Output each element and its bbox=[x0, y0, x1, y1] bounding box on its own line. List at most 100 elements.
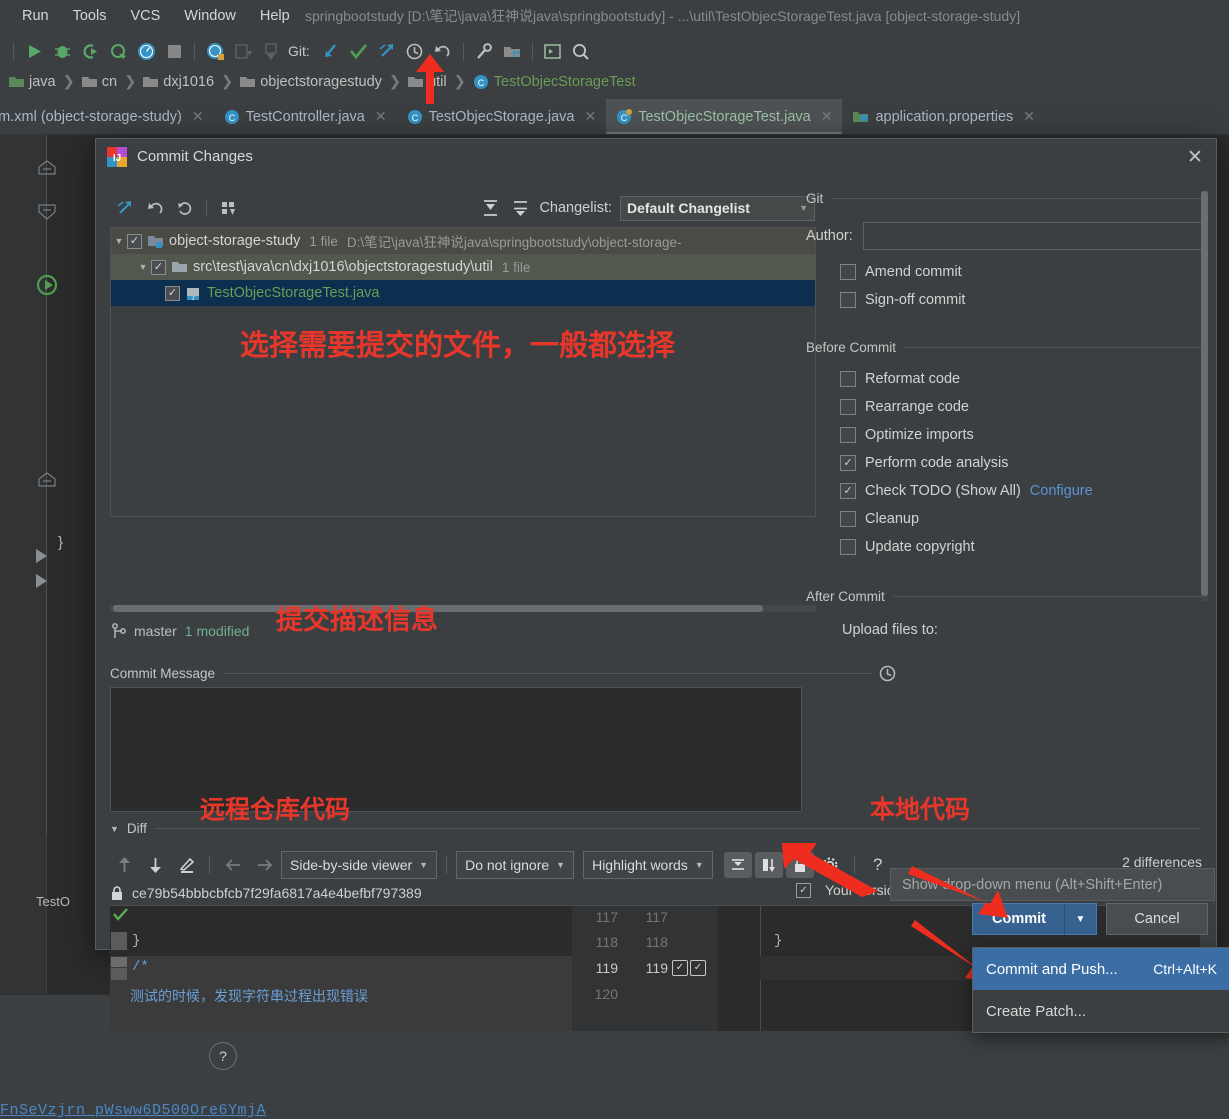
group-by-icon[interactable] bbox=[213, 194, 243, 222]
tree-row-project[interactable]: ▼ ✓ object-storage-study 1 file D:\笔记\ja… bbox=[111, 228, 815, 254]
tree-checkbox-2[interactable]: ✓ bbox=[165, 285, 180, 301]
tab-testcontroller[interactable]: C TestController.java ✕ bbox=[214, 99, 397, 134]
breadcrumb-item-class[interactable]: C TestObjecStorageTest bbox=[470, 74, 639, 90]
edit-source-icon[interactable] bbox=[172, 852, 200, 878]
menu-window[interactable]: Window bbox=[172, 5, 248, 27]
fold-arrow-icon[interactable] bbox=[36, 549, 52, 563]
ignore-mode-select[interactable]: Do not ignore ▼ bbox=[456, 851, 575, 879]
diff-accept-check-icon[interactable] bbox=[113, 908, 129, 921]
next-difference-icon[interactable] bbox=[141, 852, 169, 878]
breadcrumb-item-java[interactable]: java bbox=[6, 74, 59, 90]
tab-close-icon-0[interactable]: ✕ bbox=[192, 108, 204, 125]
previous-difference-icon[interactable] bbox=[110, 852, 138, 878]
dialog-help-button[interactable]: ? bbox=[209, 1042, 237, 1070]
options-scrollbar-track[interactable] bbox=[1201, 191, 1208, 601]
changes-toolbar: Changelist: Default Changelist ▼ bbox=[110, 191, 815, 225]
git-update-icon[interactable] bbox=[318, 38, 344, 64]
check-todo-checkbox[interactable]: ✓ bbox=[840, 483, 856, 499]
diff-collapse-arrow-icon[interactable]: ▼ bbox=[110, 824, 119, 834]
project-structure-icon[interactable] bbox=[499, 38, 525, 64]
option-signoff-commit[interactable]: Sign-off commit bbox=[806, 286, 1206, 314]
diff-accept-checkbox-1[interactable]: ✓ bbox=[672, 960, 688, 976]
menu-help[interactable]: Help bbox=[248, 5, 302, 27]
git-push-icon[interactable] bbox=[374, 38, 400, 64]
tab-close-icon-4[interactable]: ✕ bbox=[1023, 108, 1035, 125]
tree-checkbox-1[interactable]: ✓ bbox=[151, 259, 166, 275]
option-optimize-imports[interactable]: Optimize imports bbox=[806, 421, 1206, 449]
run-icon[interactable] bbox=[21, 38, 47, 64]
accept-right-icon[interactable] bbox=[250, 852, 278, 878]
cancel-button[interactable]: Cancel bbox=[1106, 903, 1208, 935]
settings-wrench-icon[interactable] bbox=[471, 38, 497, 64]
update-project-icon[interactable] bbox=[202, 38, 228, 64]
tree-row-file[interactable]: ✓ J TestObjecStorageTest.java bbox=[111, 280, 815, 306]
terminal-icon[interactable] bbox=[540, 38, 566, 64]
collapse-all-icon[interactable] bbox=[505, 194, 535, 222]
option-reformat-code[interactable]: Reformat code bbox=[806, 365, 1206, 393]
tab-close-icon-2[interactable]: ✕ bbox=[584, 108, 596, 125]
changelist-select[interactable]: Default Changelist ▼ bbox=[620, 195, 815, 221]
optimize-imports-checkbox[interactable] bbox=[840, 427, 856, 443]
cleanup-checkbox[interactable] bbox=[840, 511, 856, 527]
git-commit-icon[interactable] bbox=[346, 38, 372, 64]
breadcrumb-item-dxj1016[interactable]: dxj1016 bbox=[140, 74, 217, 90]
menu-item-create-patch[interactable]: Create Patch... bbox=[973, 990, 1229, 1032]
perform-code-analysis-checkbox[interactable]: ✓ bbox=[840, 455, 856, 471]
signoff-commit-checkbox[interactable] bbox=[840, 292, 856, 308]
menu-vcs[interactable]: VCS bbox=[118, 5, 172, 27]
tree-row-folder[interactable]: ▼ ✓ src\test\java\cn\dxj1016\objectstora… bbox=[111, 254, 815, 280]
menu-run[interactable]: Run bbox=[10, 5, 61, 27]
editor-code-link[interactable]: FnSeVzjrn_pWsww6D500Ore6YmjA bbox=[0, 1102, 266, 1119]
rollback-icon[interactable] bbox=[140, 194, 170, 222]
run-test-gutter-icon[interactable] bbox=[36, 274, 60, 296]
breadcrumb-item-cn[interactable]: cn bbox=[79, 74, 120, 90]
diff-accept-checkbox-2[interactable]: ✓ bbox=[690, 960, 706, 976]
profile-icon[interactable] bbox=[105, 38, 131, 64]
tab-application-properties[interactable]: application.properties ✕ bbox=[842, 99, 1045, 134]
option-perform-code-analysis[interactable]: ✓ Perform code analysis bbox=[806, 449, 1206, 477]
options-scrollbar-thumb[interactable] bbox=[1201, 191, 1208, 596]
changes-tree[interactable]: ▼ ✓ object-storage-study 1 file D:\笔记\ja… bbox=[110, 227, 816, 517]
run-dashboard-icon[interactable] bbox=[133, 38, 159, 64]
fold-arrow-icon-2[interactable] bbox=[36, 574, 52, 588]
option-check-todo[interactable]: ✓ Check TODO (Show All) Configure bbox=[806, 477, 1206, 505]
fold-marker-icon-2[interactable] bbox=[38, 204, 56, 220]
expand-all-icon[interactable] bbox=[475, 194, 505, 222]
option-update-copyright[interactable]: Update copyright bbox=[806, 533, 1206, 561]
menu-item-commit-and-push[interactable]: Commit and Push... Ctrl+Alt+K bbox=[973, 948, 1229, 990]
tab-close-icon-1[interactable]: ✕ bbox=[375, 108, 387, 125]
run-with-coverage-icon[interactable] bbox=[77, 38, 103, 64]
search-icon[interactable] bbox=[568, 38, 594, 64]
tab-testobjecstorage[interactable]: C TestObjecStorage.java ✕ bbox=[397, 99, 607, 134]
expand-arrow-icon-0[interactable]: ▼ bbox=[111, 236, 127, 246]
commit-dropdown-arrow-icon[interactable]: ▼ bbox=[1064, 903, 1097, 935]
menu-tools[interactable]: Tools bbox=[61, 5, 119, 27]
configure-link[interactable]: Configure bbox=[1030, 483, 1093, 499]
amend-commit-checkbox[interactable] bbox=[840, 264, 856, 280]
option-rearrange-code[interactable]: Rearrange code bbox=[806, 393, 1206, 421]
expand-arrow-icon-1[interactable]: ▼ bbox=[135, 262, 151, 272]
fold-marker-icon[interactable] bbox=[38, 160, 56, 176]
option-cleanup[interactable]: Cleanup bbox=[806, 505, 1206, 533]
refresh-icon[interactable] bbox=[170, 194, 200, 222]
breadcrumb-item-objectstoragestudy[interactable]: objectstoragestudy bbox=[237, 74, 385, 90]
viewer-mode-select[interactable]: Side-by-side viewer ▼ bbox=[281, 851, 438, 879]
author-input[interactable] bbox=[862, 222, 1206, 250]
update-copyright-checkbox[interactable] bbox=[840, 539, 856, 555]
fold-marker-icon-3[interactable] bbox=[38, 472, 56, 488]
close-icon[interactable]: ✕ bbox=[1184, 146, 1206, 168]
diff-left-pane[interactable]: } /* 测试的时候，发现字符串过程出现错误 bbox=[110, 906, 572, 1031]
highlight-mode-select[interactable]: Highlight words ▼ bbox=[583, 851, 713, 879]
rearrange-code-checkbox[interactable] bbox=[840, 399, 856, 415]
debug-icon[interactable] bbox=[49, 38, 75, 64]
tree-hscrollbar-thumb[interactable] bbox=[113, 605, 763, 612]
option-amend-commit[interactable]: Amend commit bbox=[806, 258, 1206, 286]
refresh-changes-icon[interactable] bbox=[110, 194, 140, 222]
tab-pom-xml[interactable]: pom.xml (object-storage-study) ✕ bbox=[0, 99, 214, 134]
reformat-code-checkbox[interactable] bbox=[840, 371, 856, 387]
tab-testobjecstoragetest[interactable]: C TestObjecStorageTest.java ✕ bbox=[606, 99, 843, 134]
collapse-unchanged-icon[interactable] bbox=[723, 852, 752, 878]
tree-checkbox-0[interactable]: ✓ bbox=[127, 233, 142, 249]
tab-close-icon-3[interactable]: ✕ bbox=[821, 108, 833, 125]
accept-left-icon[interactable] bbox=[219, 852, 247, 878]
